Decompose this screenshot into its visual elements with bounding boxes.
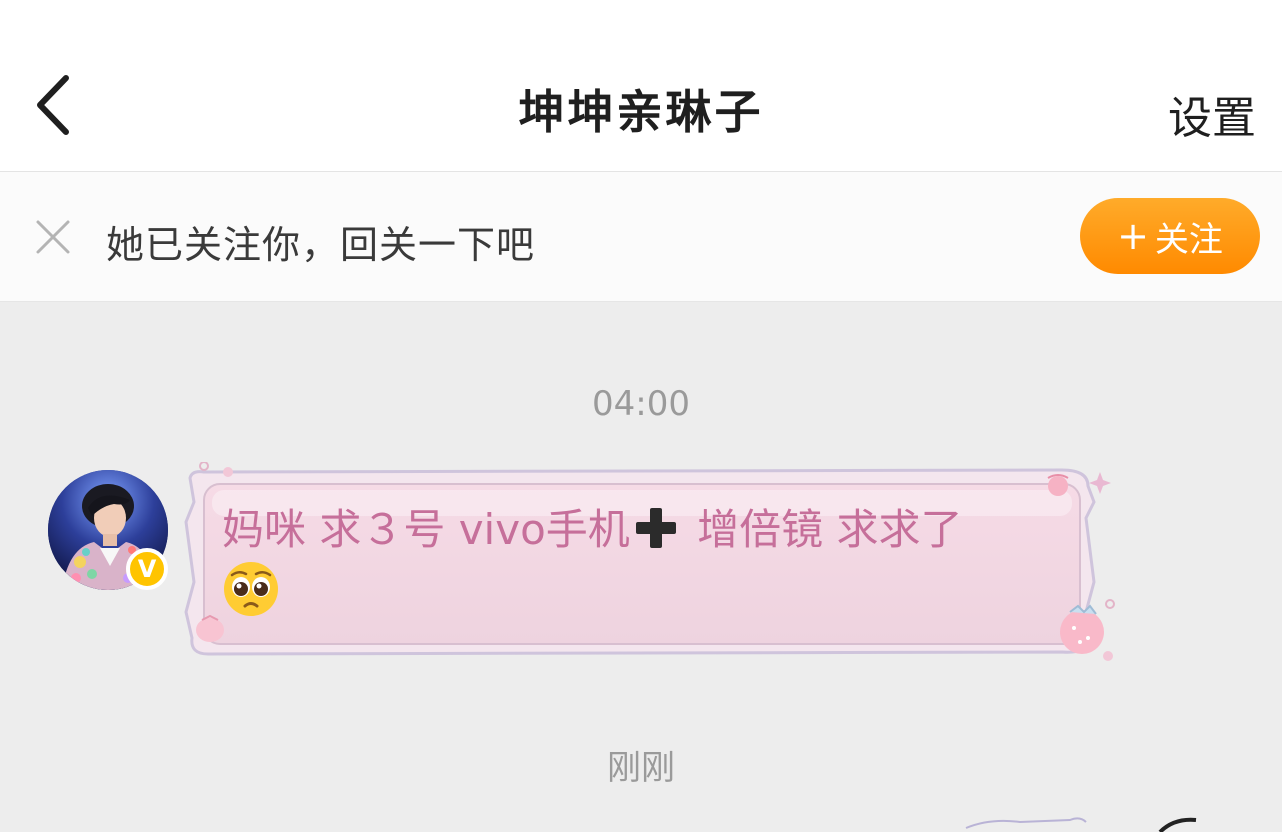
message-timestamp-recent: 刚刚 [607,748,675,788]
follow-button[interactable]: + 关注 [1080,198,1260,274]
settings-button[interactable]: 设置 [1168,82,1256,146]
message-timestamp: 04:00 [592,384,690,424]
plus-icon: + [1117,214,1149,258]
follow-back-prompt: 她已关注你，回关一下吧 [106,223,536,267]
message-text: 妈咪 求３号 vivo手机 增倍镜 求求了 [222,500,1052,620]
pleading-face-icon [222,560,280,618]
follow-button-label: 关注 [1154,219,1223,260]
dismiss-banner-button[interactable] [34,218,72,256]
page-title: 坤坤亲琳子 [518,85,764,139]
next-message-bubble-partial[interactable] [960,812,1220,832]
message-text-part2: 增倍镜 求求了 [683,505,963,554]
message-text-part1: 妈咪 求３号 vivo手机 [222,505,630,554]
navigation-bar: 坤坤亲琳子 设置 [0,0,1282,172]
chat-screen: 坤坤亲琳子 设置 她已关注你，回关一下吧 + 关注 04:00 V 妈咪 求３号… [0,0,1282,832]
heavy-plus-icon [634,506,678,550]
close-icon [36,220,70,254]
verified-badge: V [126,548,168,590]
